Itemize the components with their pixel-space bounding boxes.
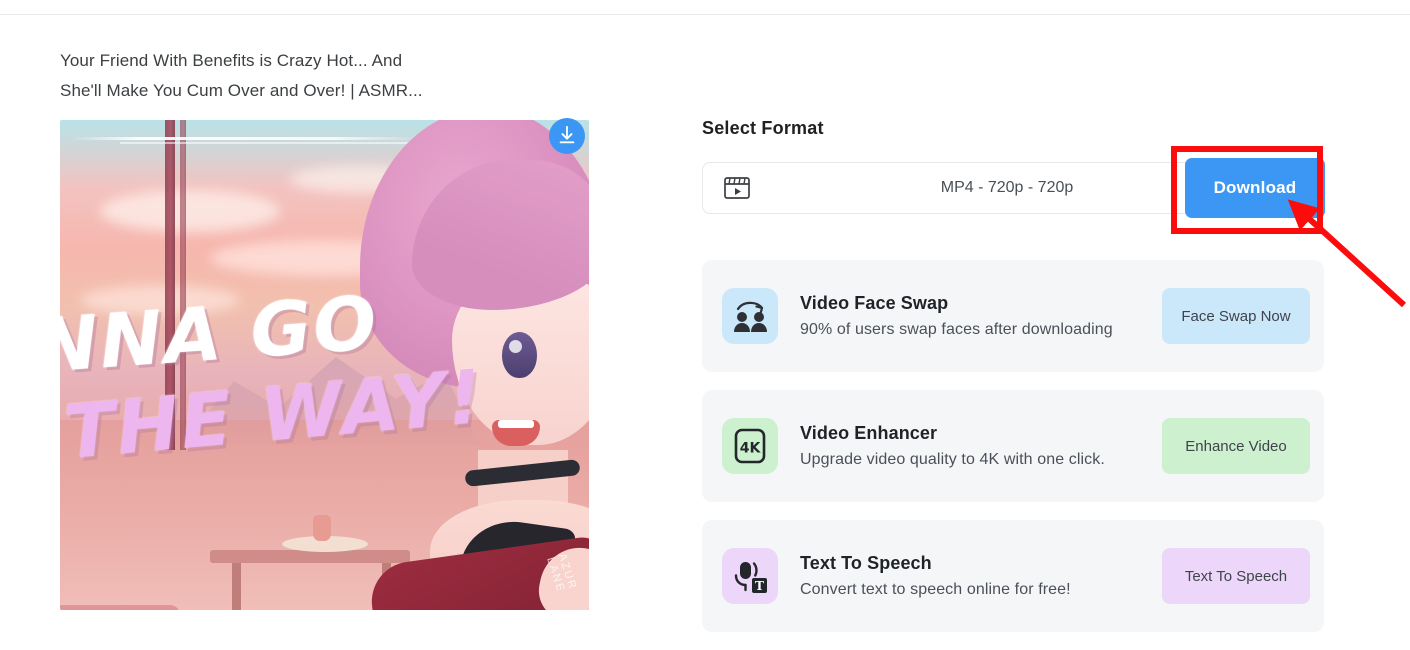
- thumbnail-artwork: AZUR LANE NNA GO THE WAY! COM/ALEKIRSER: [60, 120, 589, 610]
- promo-text: Video Enhancer Upgrade video quality to …: [800, 423, 1162, 469]
- table-leg: [232, 563, 241, 610]
- video-title: Your Friend With Benefits is Crazy Hot..…: [60, 51, 423, 100]
- header-divider: [0, 14, 1410, 15]
- promo-title: Video Face Swap: [800, 293, 949, 313]
- text-to-speech-button[interactable]: Text To Speech: [1162, 548, 1310, 604]
- cloud-shape: [100, 190, 280, 232]
- 4k-enhancer-icon: 4K: [722, 418, 778, 474]
- promo-subtitle: Convert text to speech online for free!: [800, 581, 1071, 598]
- microphone-text-icon: T: [722, 548, 778, 604]
- promo-card-face-swap[interactable]: Video Face Swap 90% of users swap faces …: [702, 260, 1324, 372]
- promo-subtitle: 90% of users swap faces after downloadin…: [800, 321, 1113, 338]
- download-options-column: Select Format MP4 - 720p - 720p Download: [702, 118, 1325, 650]
- download-button[interactable]: Download: [1185, 158, 1325, 218]
- promo-cards: Video Face Swap 90% of users swap faces …: [702, 260, 1324, 632]
- svg-text:4K: 4K: [740, 441, 762, 457]
- promo-title: Text To Speech: [800, 553, 932, 573]
- face-swap-now-button[interactable]: Face Swap Now: [1162, 288, 1310, 344]
- light-streak: [120, 142, 410, 144]
- select-format-heading: Select Format: [702, 118, 824, 138]
- thumbnail-download-button[interactable]: [549, 118, 585, 154]
- video-info-column: Your Friend With Benefits is Crazy Hot..…: [60, 46, 590, 106]
- svg-text:T: T: [755, 579, 764, 593]
- promo-title: Video Enhancer: [800, 423, 938, 443]
- download-circle-icon: [556, 124, 578, 149]
- promo-text: Video Face Swap 90% of users swap faces …: [800, 293, 1162, 339]
- face-swap-icon: [722, 288, 778, 344]
- promo-text: Text To Speech Convert text to speech on…: [800, 553, 1162, 599]
- promo-card-text-to-speech[interactable]: T Text To Speech Convert text to speech …: [702, 520, 1324, 632]
- cup-shape: [313, 515, 331, 541]
- character-eye: [502, 332, 537, 378]
- couch-shape: [60, 605, 180, 610]
- video-thumbnail[interactable]: AZUR LANE NNA GO THE WAY! COM/ALEKIRSER: [60, 120, 589, 610]
- table-shape: [210, 550, 410, 563]
- light-streak: [70, 137, 420, 140]
- promo-card-video-enhancer[interactable]: 4K Video Enhancer Upgrade video quality …: [702, 390, 1324, 502]
- promo-subtitle: Upgrade video quality to 4K with one cli…: [800, 451, 1105, 468]
- enhance-video-button[interactable]: Enhance Video: [1162, 418, 1310, 474]
- format-row: MP4 - 720p - 720p Download: [702, 158, 1325, 218]
- video-clapperboard-icon: [723, 175, 751, 201]
